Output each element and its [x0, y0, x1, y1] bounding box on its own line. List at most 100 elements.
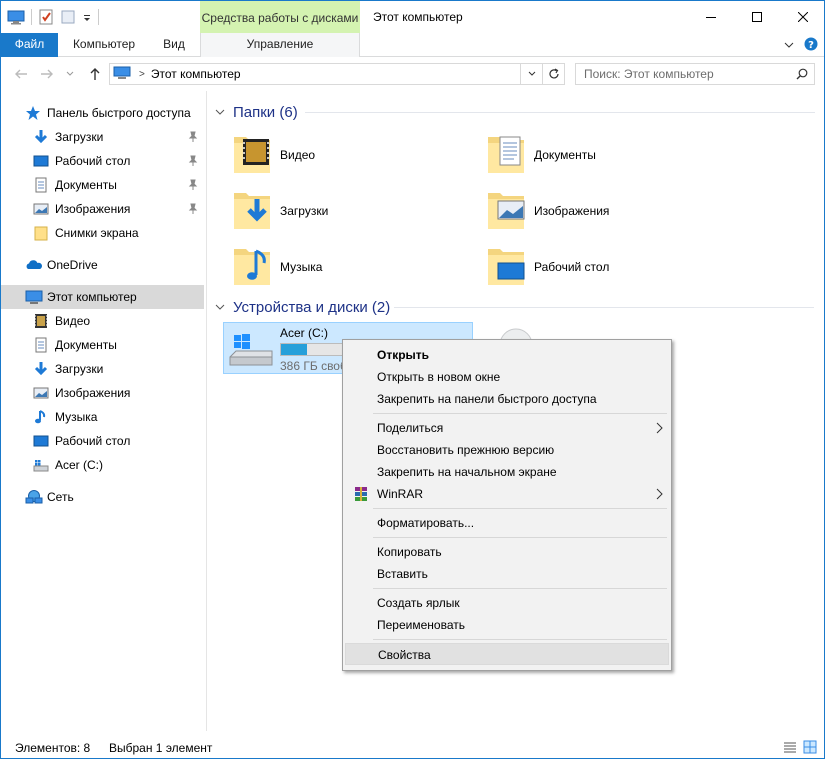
folder-pictures[interactable]: Изображения	[486, 187, 736, 237]
sidebar-item-pictures-pinned[interactable]: Изображения	[1, 197, 204, 221]
music-folder-icon	[232, 243, 272, 290]
menu-item-format[interactable]: Форматировать...	[345, 512, 669, 534]
documents-icon	[33, 177, 49, 193]
tab-manage[interactable]: Управление	[200, 33, 360, 57]
folder-music[interactable]: Музыка	[232, 243, 482, 293]
folder-desktop[interactable]: Рабочий стол	[486, 243, 736, 293]
drive-icon	[33, 457, 49, 473]
sidebar-item-documents-pinned[interactable]: Документы	[1, 173, 204, 197]
chevron-down-icon	[528, 71, 535, 76]
minimize-button[interactable]	[688, 1, 734, 33]
folder-documents[interactable]: Документы	[486, 131, 736, 181]
status-selection: Выбран 1 элемент	[109, 741, 213, 755]
sidebar-item-network[interactable]: Сеть	[1, 485, 204, 509]
refresh-button[interactable]	[542, 64, 564, 84]
sidebar-item-downloads[interactable]: Загрузки	[1, 357, 204, 381]
menu-item-paste[interactable]: Вставить	[345, 563, 669, 585]
computer-icon	[25, 289, 43, 305]
address-history-button[interactable]	[520, 64, 542, 84]
help-icon[interactable]: ?	[804, 37, 818, 54]
sidebar-item-pictures[interactable]: Изображения	[1, 381, 204, 405]
menu-item-properties[interactable]: Свойства	[345, 643, 669, 665]
menu-item-copy[interactable]: Копировать	[345, 541, 669, 563]
sidebar-item-quick-access[interactable]: Панель быстрого доступа	[1, 101, 204, 125]
menu-item-open[interactable]: Открыть	[345, 344, 669, 366]
chevron-down-icon[interactable]	[784, 39, 794, 53]
folder-downloads[interactable]: Загрузки	[232, 187, 482, 237]
sidebar-item-label: Изображения	[55, 386, 131, 400]
explorer-window: Средства работы с дисками Этот компьютер…	[0, 0, 825, 759]
sidebar-item-label: Документы	[55, 178, 117, 192]
details-view-icon[interactable]	[782, 739, 798, 758]
breadcrumb-this-pc[interactable]: Этот компьютер	[151, 67, 241, 81]
search-placeholder: Поиск: Этот компьютер	[584, 67, 714, 81]
sidebar-item-drive-c[interactable]: Acer (C:)	[1, 453, 204, 477]
folder-videos[interactable]: Видео	[232, 131, 482, 181]
winrar-icon	[353, 486, 369, 505]
up-button[interactable]	[87, 66, 103, 85]
menu-item-share[interactable]: Поделиться	[345, 417, 669, 439]
title-bar: Средства работы с дисками Этот компьютер	[1, 1, 824, 33]
pin-icon[interactable]	[188, 155, 198, 170]
sidebar-item-screenshots[interactable]: Снимки экрана	[1, 221, 204, 245]
menu-item-pin-start[interactable]: Закрепить на начальном экране	[345, 461, 669, 483]
tab-computer[interactable]: Компьютер	[59, 33, 149, 57]
menu-item-winrar[interactable]: WinRAR	[345, 483, 669, 505]
drive-free-space: 386 ГБ своб	[280, 359, 347, 373]
sidebar-item-desktop[interactable]: Рабочий стол	[1, 429, 204, 453]
recent-locations-button[interactable]	[65, 66, 75, 85]
sidebar-item-label: OneDrive	[47, 258, 98, 272]
downloads-folder-icon	[232, 187, 272, 234]
breadcrumb-separator[interactable]: >	[139, 69, 145, 80]
folders-group-header[interactable]: Папки (6)	[215, 102, 298, 122]
chevron-down-icon[interactable]	[215, 104, 227, 121]
download-icon	[33, 129, 49, 145]
sidebar-item-downloads-pinned[interactable]: Загрузки	[1, 125, 204, 149]
menu-item-label: Переименовать	[377, 618, 465, 632]
search-icon[interactable]	[796, 68, 808, 83]
sidebar-item-onedrive[interactable]: OneDrive	[1, 253, 204, 277]
pin-icon[interactable]	[188, 131, 198, 146]
properties-icon[interactable]	[38, 9, 54, 25]
tab-file[interactable]: Файл	[1, 33, 58, 57]
menu-item-open-new-window[interactable]: Открыть в новом окне	[345, 366, 669, 388]
pictures-folder-icon	[486, 187, 526, 234]
context-menu: Открыть Открыть в новом окне Закрепить н…	[342, 339, 672, 671]
devices-group-header[interactable]: Устройства и диски (2)	[215, 297, 390, 317]
back-button[interactable]	[13, 66, 29, 85]
music-icon	[33, 409, 49, 425]
maximize-button[interactable]	[734, 1, 780, 33]
ribbon-tabs: Файл Компьютер Вид Управление ?	[1, 33, 824, 57]
sidebar-item-music[interactable]: Музыка	[1, 405, 204, 429]
large-icons-view-icon[interactable]	[802, 739, 818, 758]
sidebar-item-label: Этот компьютер	[47, 290, 137, 304]
computer-icon	[113, 66, 131, 83]
new-folder-icon[interactable]	[60, 9, 76, 25]
sidebar-item-desktop-pinned[interactable]: Рабочий стол	[1, 149, 204, 173]
pin-icon[interactable]	[188, 203, 198, 218]
menu-item-label: Создать ярлык	[377, 596, 460, 610]
menu-item-pin-quick-access[interactable]: Закрепить на панели быстрого доступа	[345, 388, 669, 410]
sidebar-item-label: Изображения	[55, 202, 131, 216]
sidebar-item-this-pc[interactable]: Этот компьютер	[1, 285, 204, 309]
chevron-down-icon[interactable]	[215, 299, 227, 316]
menu-separator	[373, 537, 667, 538]
forward-button[interactable]	[39, 66, 55, 85]
close-button[interactable]	[780, 1, 824, 33]
menu-item-create-shortcut[interactable]: Создать ярлык	[345, 592, 669, 614]
menu-item-restore-version[interactable]: Восстановить прежнюю версию	[345, 439, 669, 461]
menu-item-rename[interactable]: Переименовать	[345, 614, 669, 636]
network-icon	[25, 489, 43, 505]
menu-separator	[373, 588, 667, 589]
search-input[interactable]: Поиск: Этот компьютер	[575, 63, 815, 85]
sidebar-item-label: Панель быстрого доступа	[47, 106, 191, 120]
address-bar[interactable]: > Этот компьютер	[109, 63, 565, 85]
menu-item-label: Закрепить на начальном экране	[377, 465, 557, 479]
tab-view[interactable]: Вид	[149, 33, 199, 57]
pin-icon[interactable]	[188, 179, 198, 194]
qat-dropdown-icon[interactable]	[82, 9, 92, 25]
sidebar-item-documents[interactable]: Документы	[1, 333, 204, 357]
sidebar-item-videos[interactable]: Видео	[1, 309, 204, 333]
address-controls	[520, 64, 564, 84]
computer-small-icon[interactable]	[7, 9, 25, 25]
